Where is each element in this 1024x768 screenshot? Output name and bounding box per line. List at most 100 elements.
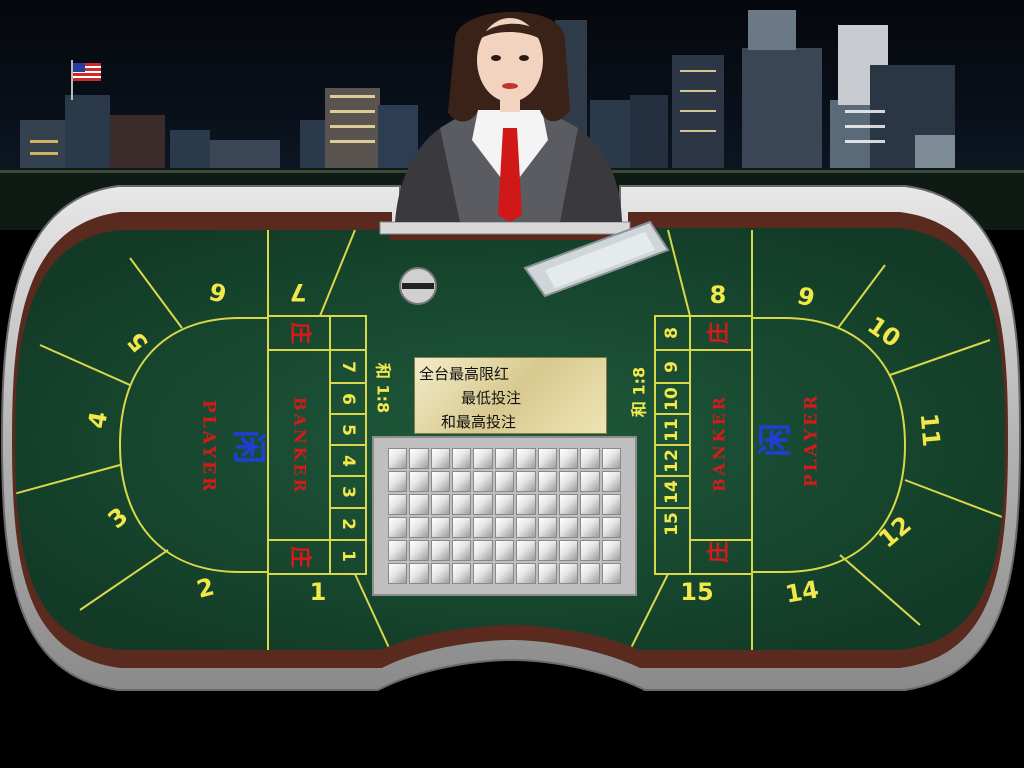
player-char-left: 闲 <box>228 430 268 464</box>
chip-slot <box>473 540 493 561</box>
chip-slot <box>388 540 408 561</box>
chip-slot <box>537 563 557 584</box>
chip-slot <box>580 517 600 538</box>
chip-slot <box>601 448 621 469</box>
chip-slot <box>452 563 472 584</box>
chip-slot <box>494 563 515 584</box>
seat-number[interactable]: 5 <box>122 327 154 358</box>
chip-slot <box>452 517 472 538</box>
chip-slot <box>430 448 451 469</box>
chip-slot <box>452 494 472 515</box>
seat-number[interactable]: 1 <box>310 578 327 606</box>
pair-number[interactable]: 3 <box>338 486 358 498</box>
pair-number[interactable]: 2 <box>338 518 358 530</box>
pair-number[interactable]: 12 <box>662 449 682 473</box>
tie-max-bet-label: 和最高投注 <box>441 413 517 431</box>
seat-number[interactable]: 9 <box>794 281 817 312</box>
chip-slot <box>452 540 472 561</box>
chip-slot <box>473 471 493 492</box>
chip-slot <box>494 540 515 561</box>
chip-slot <box>409 540 429 561</box>
chip-slot <box>558 471 579 492</box>
seat-number[interactable]: 10 <box>862 311 905 353</box>
chip-slot <box>537 471 557 492</box>
chip-slot <box>473 494 493 515</box>
seat-number[interactable]: 8 <box>710 281 727 309</box>
chip-slot <box>601 563 621 584</box>
chip-slot <box>388 517 408 538</box>
seat-number[interactable]: 2 <box>194 572 217 603</box>
pair-number[interactable]: 8 <box>662 327 682 339</box>
pair-number[interactable]: 4 <box>338 455 358 467</box>
tie-label-right[interactable]: 和 1:8 <box>630 367 649 417</box>
seat-number[interactable]: 6 <box>206 276 229 307</box>
chip-slot <box>516 471 536 492</box>
chip-slot <box>494 517 515 538</box>
chip-slot <box>516 563 536 584</box>
chip-slot <box>580 563 600 584</box>
chip-slot <box>537 448 557 469</box>
chip-slot <box>537 494 557 515</box>
chip-slot <box>409 471 429 492</box>
banker-char-top-right: 庄 <box>706 322 732 344</box>
chip-slot <box>430 494 451 515</box>
chip-slot <box>452 448 472 469</box>
chip-slot <box>558 563 579 584</box>
banker-label-left[interactable]: BANKER <box>291 397 310 495</box>
chip-slot <box>452 471 472 492</box>
player-label-left[interactable]: PLAYER <box>199 400 219 494</box>
left-pair-numbers: 7 6 5 4 3 2 1 <box>338 361 358 562</box>
chip-slot <box>580 540 600 561</box>
banker-char-bottom-right: 庄 <box>706 541 732 563</box>
pair-number[interactable]: 11 <box>662 418 682 442</box>
chip-tray-grid <box>388 448 621 584</box>
chip-slot <box>388 471 408 492</box>
chip-slot <box>537 540 557 561</box>
chip-slot <box>558 540 579 561</box>
chip-slot <box>516 494 536 515</box>
chip-slot <box>580 448 600 469</box>
chip-slot <box>601 494 621 515</box>
banker-char-top-left: 庄 <box>287 322 313 344</box>
chip-slot <box>388 494 408 515</box>
seat-number[interactable]: 15 <box>680 578 713 606</box>
chip-slot <box>601 517 621 538</box>
banker-label-right[interactable]: BANKER <box>710 394 729 492</box>
pair-number[interactable]: 5 <box>338 424 358 436</box>
pair-number[interactable]: 15 <box>662 512 682 536</box>
chip-slot <box>601 540 621 561</box>
pair-number[interactable]: 6 <box>338 393 358 405</box>
seat-number[interactable]: 4 <box>83 409 113 430</box>
pair-number[interactable]: 7 <box>338 361 358 373</box>
chip-slot <box>409 517 429 538</box>
chip-slot <box>494 471 515 492</box>
chip-slot <box>409 448 429 469</box>
pair-number[interactable]: 1 <box>338 550 358 562</box>
player-char-right: 闲 <box>756 423 796 457</box>
banker-char-bottom-left: 庄 <box>287 546 313 568</box>
chip-slot <box>430 540 451 561</box>
seat-number[interactable]: 14 <box>783 575 821 608</box>
chip-slot <box>430 563 451 584</box>
chip-slot <box>537 517 557 538</box>
seat-number[interactable]: 7 <box>290 278 307 306</box>
chip-slot <box>558 517 579 538</box>
chip-slot <box>409 494 429 515</box>
chip-slot <box>601 471 621 492</box>
table-max-limit-label: 全台最高限红 <box>419 365 510 383</box>
chip-slot <box>494 494 515 515</box>
pair-number[interactable]: 10 <box>662 387 682 411</box>
chip-slot <box>430 471 451 492</box>
baccarat-table-scene: 1 2 3 4 5 6 7 8 9 10 11 12 14 15 7 6 5 4… <box>0 0 1024 768</box>
tie-label-left[interactable]: 和 1:8 <box>374 363 393 413</box>
seat-number[interactable]: 12 <box>873 511 917 554</box>
seat-number[interactable]: 11 <box>915 412 946 448</box>
player-label-right[interactable]: PLAYER <box>802 393 822 487</box>
seat-number[interactable]: 3 <box>103 502 134 534</box>
chip-slot <box>580 494 600 515</box>
pair-number[interactable]: 9 <box>662 361 682 373</box>
pair-number[interactable]: 14 <box>662 480 682 504</box>
chip-slot <box>473 448 493 469</box>
chip-slot <box>494 448 515 469</box>
chip-slot <box>580 471 600 492</box>
